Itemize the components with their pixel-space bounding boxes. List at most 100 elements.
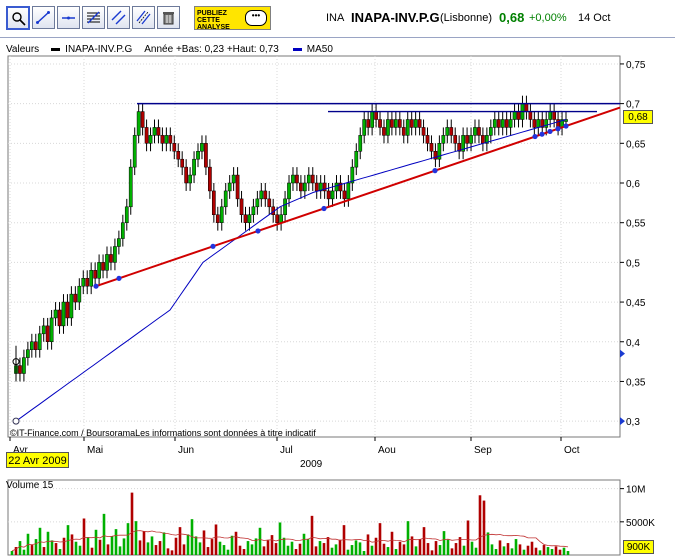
volume-title: Volume 15 <box>6 480 54 491</box>
candle-body <box>176 151 181 160</box>
volume-bar <box>254 538 258 555</box>
candle-body <box>101 262 105 271</box>
volume-bar <box>158 541 162 555</box>
price-chart[interactable]: 0,750,70,650,60,550,50,450,40,350,3Avr Ma… <box>0 0 675 559</box>
volume-bar <box>306 539 310 555</box>
candle-body <box>124 206 129 223</box>
y-tick-label: 0,7 <box>626 100 640 111</box>
volume-bar <box>246 541 250 555</box>
candle-body <box>26 349 30 358</box>
volume-bar <box>258 527 262 555</box>
volume-bar <box>234 531 238 555</box>
volume-bar <box>278 522 282 555</box>
candle-body <box>279 214 283 223</box>
y-tick-label: 0,35 <box>626 377 646 388</box>
x-tick-label: Oct <box>564 445 580 456</box>
candle-body <box>215 214 220 223</box>
y-tick-label: 0,45 <box>626 298 646 309</box>
candle-body <box>552 111 556 120</box>
candle-body <box>259 190 264 200</box>
volume-bar <box>374 537 378 555</box>
candle-body <box>113 246 117 263</box>
volume-bar <box>294 549 298 555</box>
candle-body <box>132 135 137 168</box>
trendline-anchor-point <box>555 126 561 132</box>
volume-bar <box>430 550 434 555</box>
candle-body <box>358 135 363 152</box>
volume-bar <box>122 538 126 555</box>
volume-bar <box>470 541 474 555</box>
candle-body <box>200 143 204 152</box>
candle-body <box>496 119 501 128</box>
volume-bar <box>290 541 294 555</box>
x-tick-label: Mai <box>87 445 103 456</box>
volume-bar <box>154 545 158 555</box>
y-tick-label: 0,4 <box>626 338 640 349</box>
volume-bar <box>386 547 390 555</box>
candle-body <box>326 190 331 200</box>
candle-body <box>397 119 402 128</box>
volume-bar <box>110 536 114 555</box>
candle-body <box>409 119 414 128</box>
volume-bar <box>10 551 14 555</box>
candle-body <box>306 174 311 184</box>
volume-bar <box>538 550 542 555</box>
candle-body <box>45 325 50 342</box>
trendline-anchor-point <box>210 243 216 249</box>
volume-bar <box>438 545 442 555</box>
volume-bar <box>338 539 342 555</box>
candle-body <box>366 119 371 128</box>
volume-bar <box>382 543 386 555</box>
trendline-anchor-point <box>532 133 538 140</box>
volume-bar <box>302 533 306 555</box>
volume-bar <box>486 532 490 555</box>
candle-body <box>441 135 446 144</box>
current-volume-box: 900K <box>623 540 654 554</box>
candle-body <box>425 135 430 144</box>
volume-bar <box>274 543 278 555</box>
volume-bar <box>422 527 426 555</box>
cursor-date-box: 22 Avr 2009 <box>6 452 69 468</box>
volume-bar <box>42 547 46 555</box>
volume-bar <box>394 549 398 555</box>
candle-body <box>53 309 58 319</box>
candle-body <box>223 190 228 208</box>
volume-bar <box>78 545 82 555</box>
volume-bar <box>182 544 186 555</box>
candle-body <box>128 166 133 208</box>
volume-bar <box>474 547 478 555</box>
volume-bar <box>150 536 154 555</box>
candle-body <box>299 182 303 192</box>
volume-bar <box>494 549 498 555</box>
candle-body <box>192 158 196 176</box>
candle-body <box>469 135 473 144</box>
volume-bar <box>330 547 334 555</box>
volume-bar <box>518 544 522 555</box>
volume-bar <box>366 534 370 555</box>
trendline-anchor-point <box>255 228 261 234</box>
candle-body <box>405 119 410 136</box>
candle-body <box>314 182 319 192</box>
candle-body <box>342 190 347 200</box>
volume-bar <box>174 537 178 555</box>
candle-body <box>140 111 145 128</box>
candle-body <box>500 119 505 128</box>
candle-body <box>243 214 248 223</box>
candle-body <box>120 222 125 239</box>
candle-body <box>204 143 208 168</box>
volume-bar <box>138 540 142 555</box>
volume-bar <box>86 537 90 555</box>
volume-bar <box>250 544 254 555</box>
candle-body <box>148 135 153 144</box>
volume-bar <box>142 531 146 555</box>
volume-bar <box>370 545 374 555</box>
x-year-label: 2009 <box>300 459 323 470</box>
candle-body <box>156 127 161 136</box>
volume-bar <box>286 545 290 555</box>
x-tick-label: Aou <box>378 445 396 456</box>
candle-body <box>41 325 46 335</box>
volume-bar <box>490 544 494 555</box>
volume-bar <box>210 539 214 555</box>
current-price-box: 0,68 <box>623 110 653 124</box>
volume-bar <box>346 549 350 555</box>
